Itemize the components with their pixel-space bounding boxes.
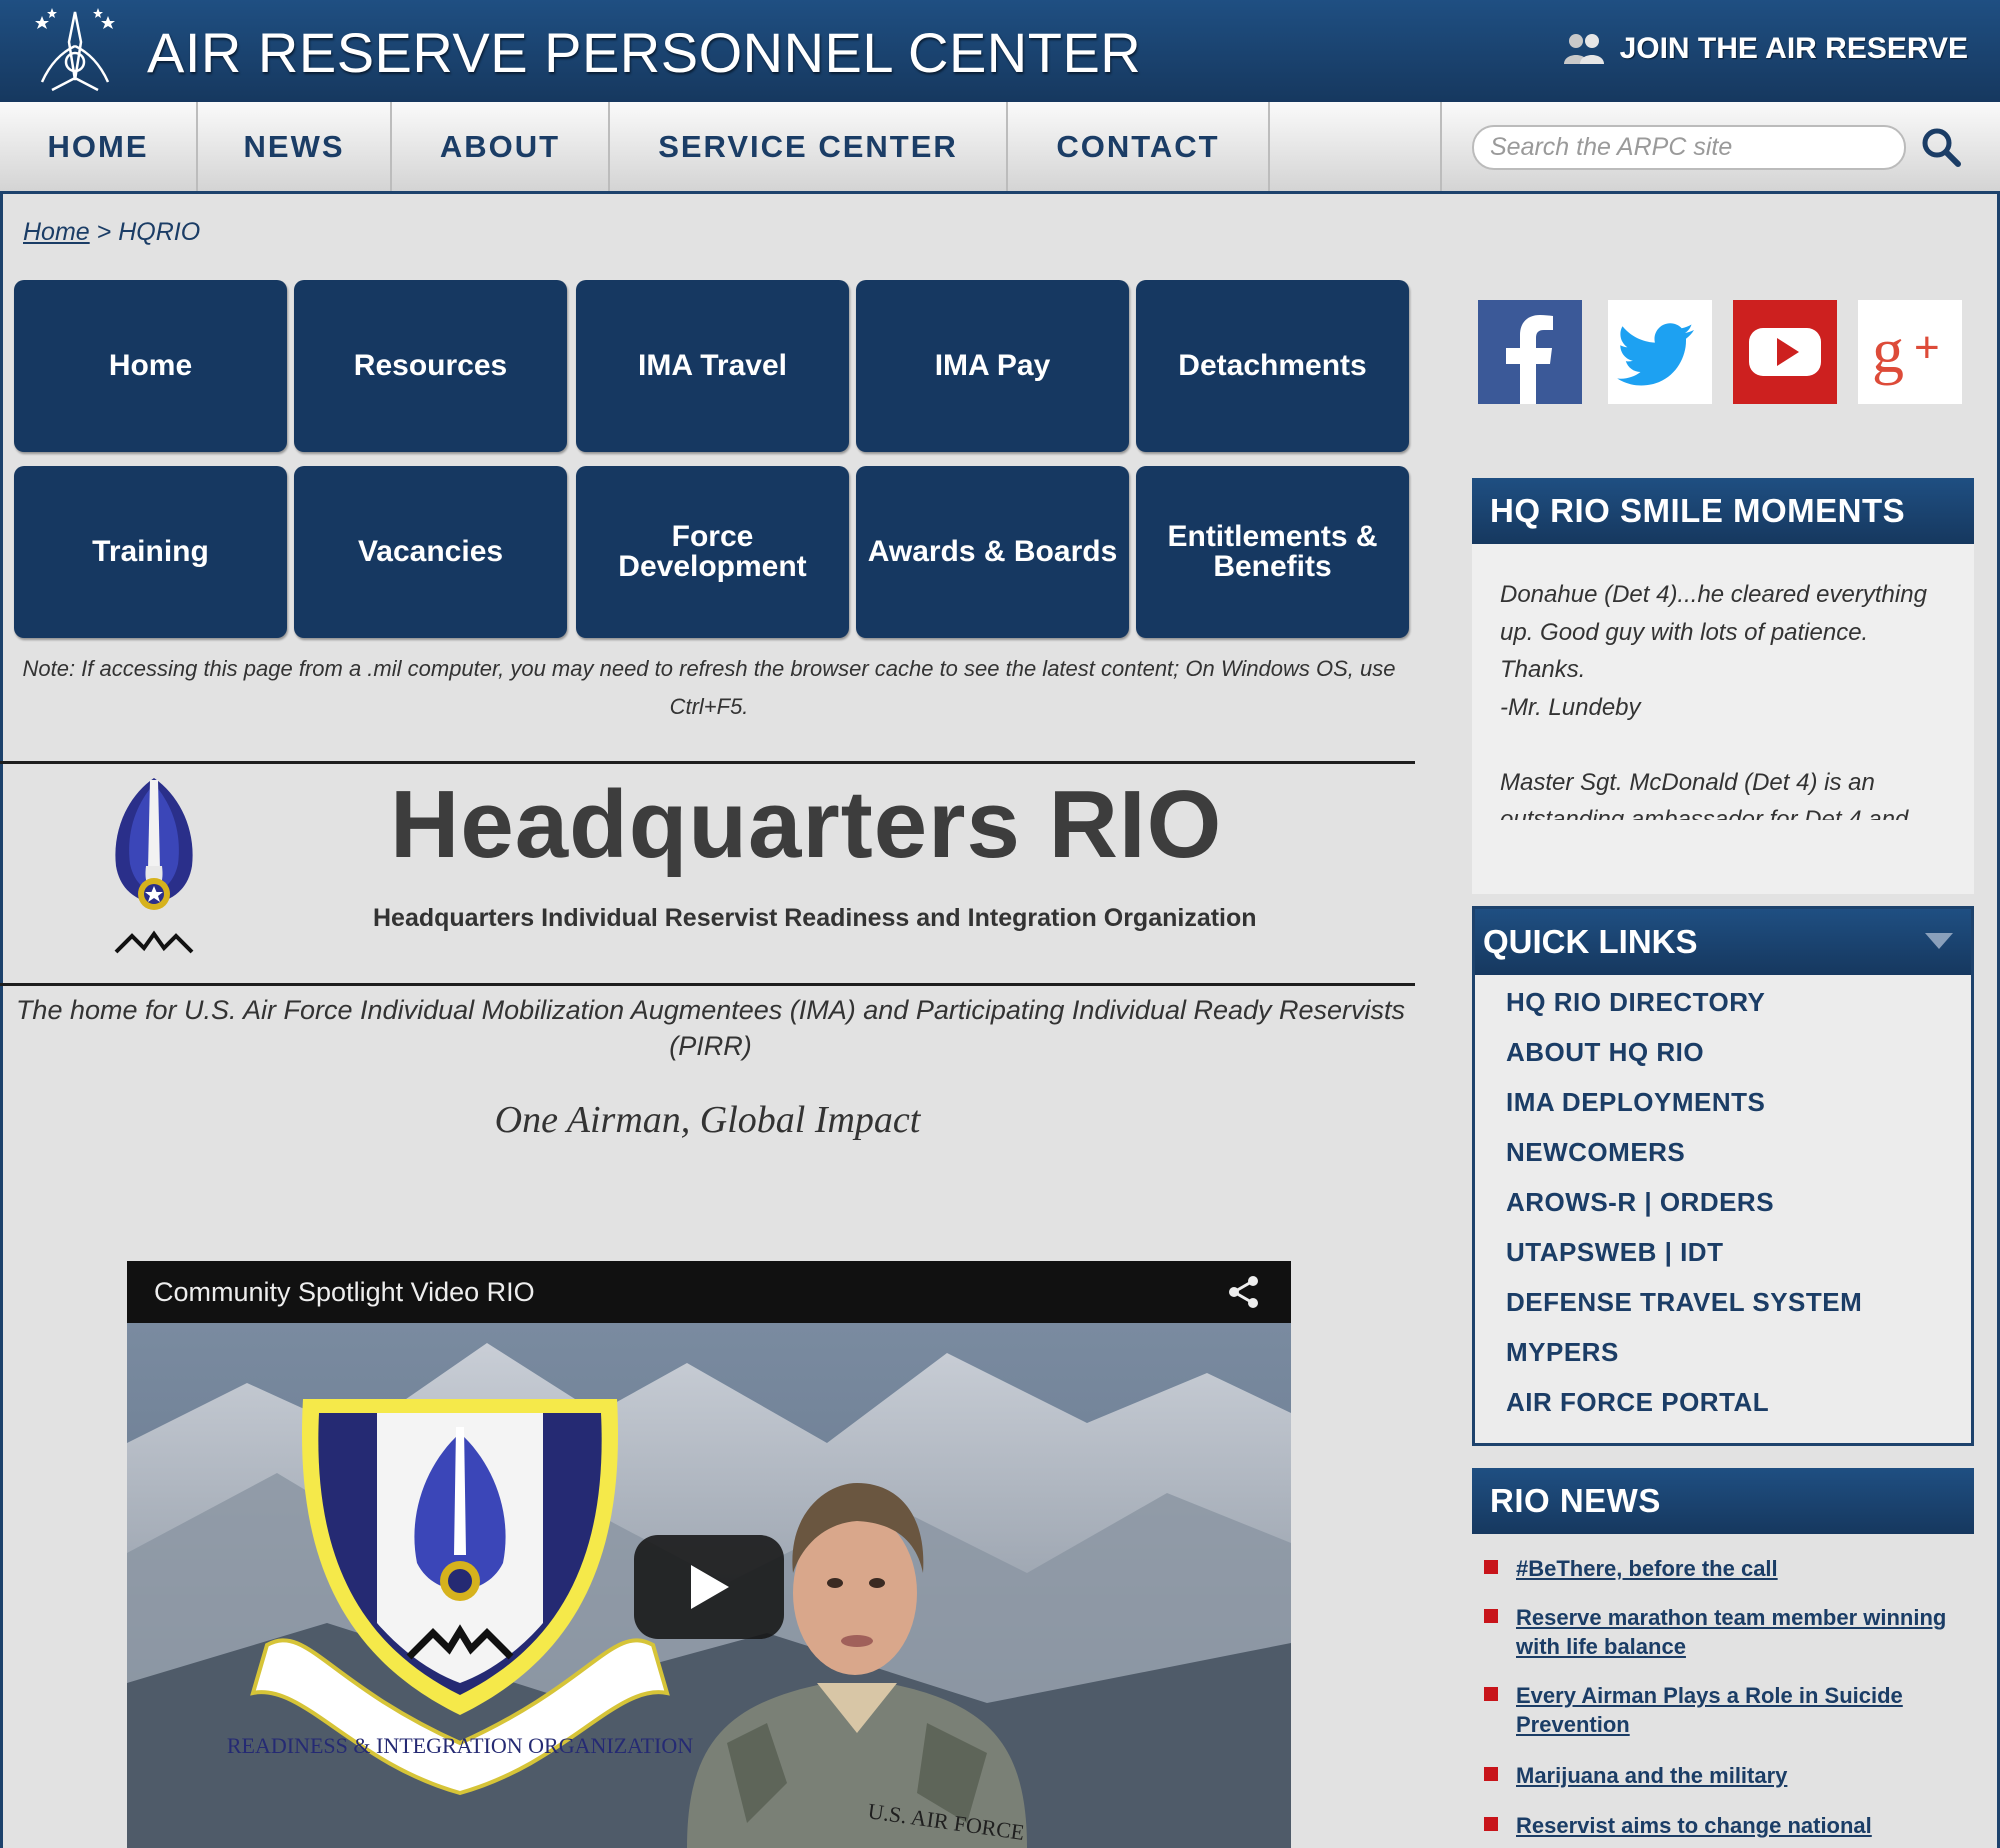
smile-moments-heading: HQ RIO SMILE MOMENTS xyxy=(1472,478,1974,544)
news-link[interactable]: Reserve marathon team member winning wit… xyxy=(1516,1603,1964,1661)
people-icon xyxy=(1563,34,1604,64)
news-bullet xyxy=(1484,1609,1498,1623)
nav-home[interactable]: HOME xyxy=(0,102,198,191)
news-link[interactable]: Reservist aims to change national xyxy=(1516,1811,1964,1840)
quick-link-item[interactable]: ABOUT HQ RIO xyxy=(1506,1037,1704,1068)
divider-top xyxy=(0,761,1415,764)
breadcrumb: Home > HQRIO xyxy=(23,218,200,247)
rio-emblem-icon xyxy=(114,778,194,954)
quick-link-item[interactable]: AIR FORCE PORTAL xyxy=(1506,1387,1769,1418)
tile-resources[interactable]: Resources xyxy=(294,280,567,452)
play-icon xyxy=(691,1565,729,1609)
breadcrumb-current: HQRIO xyxy=(118,218,201,246)
nav-contact[interactable]: CONTACT xyxy=(1008,102,1270,191)
news-bullet xyxy=(1484,1560,1498,1574)
smile-line: up. Good guy with lots of patience. xyxy=(1500,618,1869,646)
tile-home[interactable]: Home xyxy=(14,280,287,452)
quick-links-header[interactable]: QUICK LINKS xyxy=(1475,909,1971,975)
svg-text:g: g xyxy=(1872,315,1904,386)
tile-training[interactable]: Training xyxy=(14,466,287,638)
tile-force-development[interactable]: Force Development xyxy=(576,466,849,638)
smile-line: Master Sgt. McDonald (Det 4) is an xyxy=(1500,768,1875,796)
tile-entitlements-benefits[interactable]: Entitlements & Benefits xyxy=(1136,466,1409,638)
arpc-logo-icon[interactable] xyxy=(32,6,118,96)
join-label: JOIN THE AIR RESERVE xyxy=(1619,32,1968,65)
smile-moments-panel: Donahue (Det 4)...he cleared everything … xyxy=(1472,544,1974,894)
rio-news-heading: RIO NEWS xyxy=(1472,1468,1974,1534)
news-link[interactable]: Marijuana and the military xyxy=(1516,1761,1964,1790)
tile-awards-boards[interactable]: Awards & Boards xyxy=(856,466,1129,638)
news-bullet xyxy=(1484,1817,1498,1831)
quick-links-heading: QUICK LINKS xyxy=(1483,923,1698,960)
news-bullet xyxy=(1484,1687,1498,1701)
quick-links-panel: QUICK LINKS HQ RIO DIRECTORY ABOUT HQ RI… xyxy=(1472,906,1974,1446)
quick-link-item[interactable]: DEFENSE TRAVEL SYSTEM xyxy=(1506,1287,1862,1318)
tile-ima-travel[interactable]: IMA Travel xyxy=(576,280,849,452)
join-air-reserve-link[interactable]: JOIN THE AIR RESERVE xyxy=(1562,32,1968,66)
facebook-icon[interactable] xyxy=(1478,300,1582,404)
nav-about[interactable]: ABOUT xyxy=(392,102,610,191)
smile-line: Donahue (Det 4)...he cleared everything xyxy=(1500,581,1927,608)
divider-bottom xyxy=(0,983,1415,986)
search-icon[interactable] xyxy=(1920,126,1962,168)
news-bullet xyxy=(1484,1767,1498,1781)
badge-text: READINESS & INTEGRATION ORGANIZATION xyxy=(227,1733,693,1758)
nav-spacer xyxy=(1270,102,1442,191)
quick-link-item[interactable]: MYPERS xyxy=(1506,1337,1619,1368)
smile-moments-text: Donahue (Det 4)...he cleared everything … xyxy=(1500,576,1960,820)
quick-link-item[interactable]: IMA DEPLOYMENTS xyxy=(1506,1087,1765,1118)
page-tagline: The home for U.S. Air Force Individual M… xyxy=(15,995,1406,1061)
breadcrumb-separator: > xyxy=(89,218,119,246)
quick-link-item[interactable]: HQ RIO DIRECTORY xyxy=(1506,987,1765,1018)
quick-link-item[interactable]: NEWCOMERS xyxy=(1506,1137,1685,1168)
chevron-down-icon[interactable] xyxy=(1925,933,1953,951)
quick-link-item[interactable]: AROWS-R | ORDERS xyxy=(1506,1187,1774,1218)
breadcrumb-home-link[interactable]: Home xyxy=(23,218,90,246)
nav-news[interactable]: NEWS xyxy=(198,102,392,191)
youtube-icon[interactable] xyxy=(1733,300,1837,404)
tile-ima-pay[interactable]: IMA Pay xyxy=(856,280,1129,452)
main-nav: HOME NEWS ABOUT SERVICE CENTER CONTACT xyxy=(0,102,2000,194)
smile-line: -Mr. Lundeby xyxy=(1500,693,1641,721)
page-motto: One Airman, Global Impact xyxy=(494,1099,921,1141)
news-link[interactable]: Every Airman Plays a Role in Suicide Pre… xyxy=(1516,1681,1964,1739)
tile-vacancies[interactable]: Vacancies xyxy=(294,466,567,638)
page-subtitle: Headquarters Individual Reservist Readin… xyxy=(373,904,1257,932)
video-player[interactable]: READINESS & INTEGRATION ORGANIZATION U.S… xyxy=(127,1261,1291,1848)
smile-line xyxy=(1500,726,1960,764)
cache-note: Note: If accessing this page from a .mil… xyxy=(22,656,1396,719)
video-title-bar: Community Spotlight Video RIO xyxy=(127,1261,1291,1323)
page-title: Headquarters RIO xyxy=(390,771,1223,878)
twitter-icon[interactable] xyxy=(1608,300,1712,404)
google-plus-icon[interactable]: g + xyxy=(1858,300,1962,404)
share-icon[interactable] xyxy=(1227,1275,1261,1309)
search-input[interactable] xyxy=(1472,125,1906,170)
tile-detachments[interactable]: Detachments xyxy=(1136,280,1409,452)
smile-line: Thanks. xyxy=(1500,656,1586,683)
nav-service-center[interactable]: SERVICE CENTER xyxy=(610,102,1008,191)
smile-line: outstanding ambassador for Det 4 and xyxy=(1500,806,1909,820)
quick-link-item[interactable]: UTAPSWEB | IDT xyxy=(1506,1237,1723,1268)
site-title[interactable]: AIR RESERVE PERSONNEL CENTER xyxy=(147,20,1141,85)
news-link[interactable]: #BeThere, before the call xyxy=(1516,1554,1964,1583)
svg-text:+: + xyxy=(1914,323,1940,372)
site-header: AIR RESERVE PERSONNEL CENTER JOIN THE AI… xyxy=(0,0,2000,102)
video-title[interactable]: Community Spotlight Video RIO xyxy=(154,1277,535,1308)
play-button[interactable] xyxy=(634,1535,784,1639)
